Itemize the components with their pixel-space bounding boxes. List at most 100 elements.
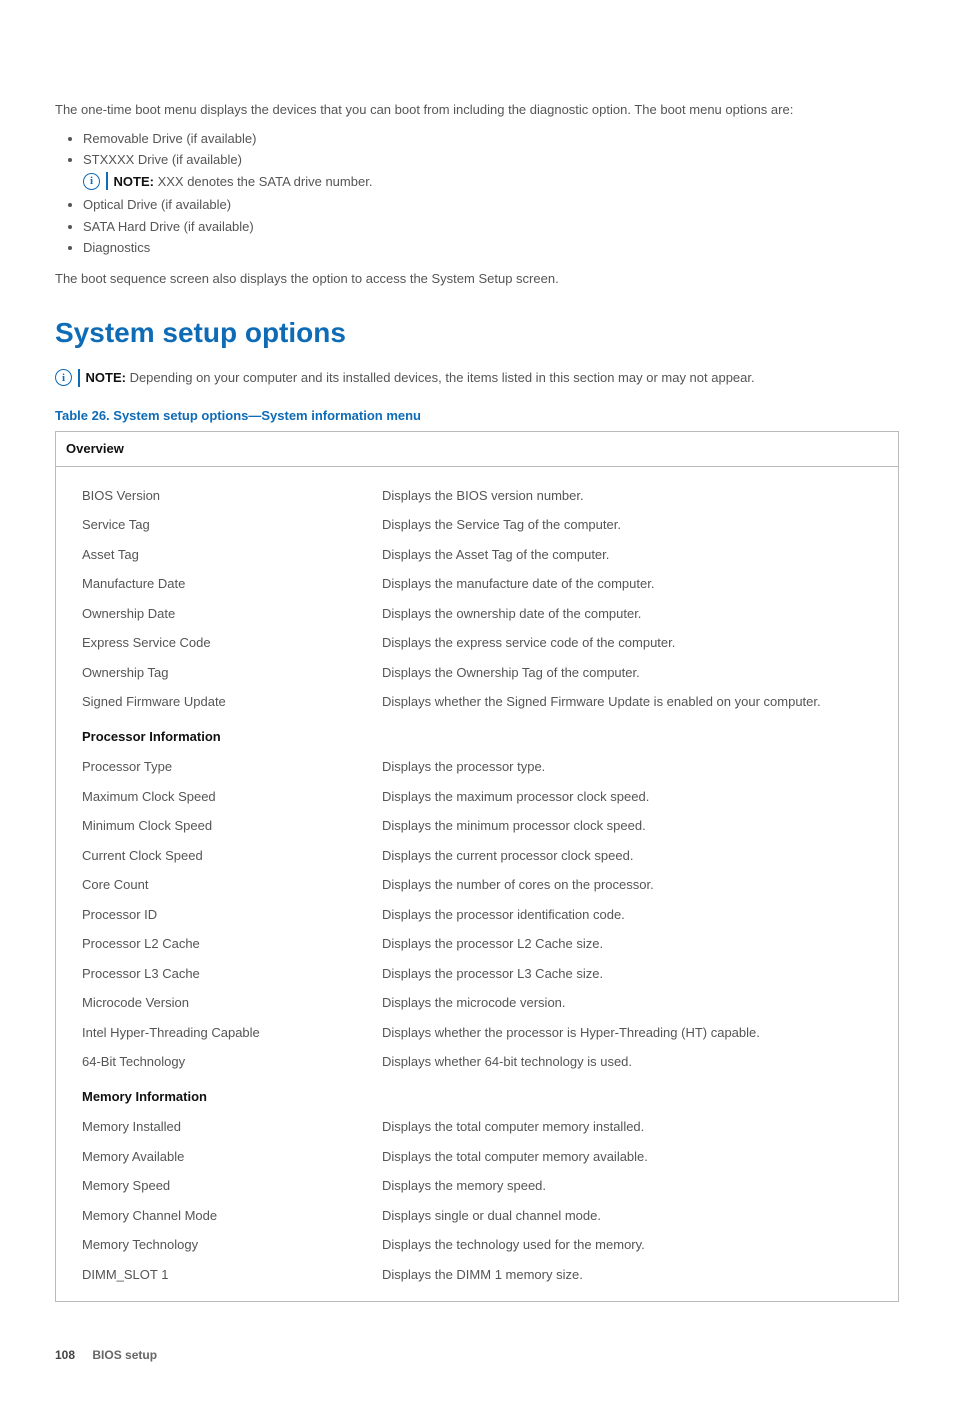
- list-item: Removable Drive (if available): [83, 128, 899, 150]
- note-label: NOTE:: [114, 174, 154, 189]
- boot-options-list: Removable Drive (if available) STXXXX Dr…: [55, 128, 899, 259]
- row-value: Displays single or dual channel mode.: [382, 1206, 888, 1226]
- row-value: Displays the microcode version.: [382, 993, 888, 1013]
- table-row: Memory Channel ModeDisplays single or du…: [82, 1201, 888, 1231]
- row-value: Displays the processor L3 Cache size.: [382, 964, 888, 984]
- table-row: Intel Hyper-Threading CapableDisplays wh…: [82, 1018, 888, 1048]
- section-heading: System setup options: [55, 312, 899, 354]
- info-icon: i: [55, 369, 72, 386]
- row-label: BIOS Version: [82, 486, 382, 506]
- note-body: XXX denotes the SATA drive number.: [154, 174, 372, 189]
- table-row: Current Clock SpeedDisplays the current …: [82, 841, 888, 871]
- row-value: Displays the express service code of the…: [382, 633, 888, 653]
- row-label: Memory Installed: [82, 1117, 382, 1137]
- row-label: Memory Technology: [82, 1235, 382, 1255]
- system-info-table: Overview BIOS VersionDisplays the BIOS v…: [55, 431, 899, 1302]
- table-row: Core CountDisplays the number of cores o…: [82, 870, 888, 900]
- row-value: Displays the total computer memory insta…: [382, 1117, 888, 1137]
- table-subheading: Memory Information: [82, 1077, 888, 1113]
- table-row: Memory InstalledDisplays the total compu…: [82, 1112, 888, 1142]
- table-row: Processor TypeDisplays the processor typ…: [82, 752, 888, 782]
- page-number: 108: [55, 1348, 75, 1362]
- row-label: Maximum Clock Speed: [82, 787, 382, 807]
- row-value: Displays the Asset Tag of the computer.: [382, 545, 888, 565]
- row-value: Displays the current processor clock spe…: [382, 846, 888, 866]
- row-label: Memory Speed: [82, 1176, 382, 1196]
- row-value: Displays the processor identification co…: [382, 905, 888, 925]
- list-item-label: STXXXX Drive (if available): [83, 152, 242, 167]
- note-text: NOTE: XXX denotes the SATA drive number.: [114, 172, 373, 192]
- row-value: Displays the technology used for the mem…: [382, 1235, 888, 1255]
- row-label: Microcode Version: [82, 993, 382, 1013]
- row-label: Intel Hyper-Threading Capable: [82, 1023, 382, 1043]
- table-row: Maximum Clock SpeedDisplays the maximum …: [82, 782, 888, 812]
- row-value: Displays whether the Signed Firmware Upd…: [382, 692, 888, 712]
- boot-sequence-paragraph: The boot sequence screen also displays t…: [55, 269, 899, 289]
- row-value: Displays the processor type.: [382, 757, 888, 777]
- row-value: Displays whether the processor is Hyper-…: [382, 1023, 888, 1043]
- list-item: Diagnostics: [83, 237, 899, 259]
- row-value: Displays the DIMM 1 memory size.: [382, 1265, 888, 1285]
- table-row: Signed Firmware UpdateDisplays whether t…: [82, 687, 888, 717]
- note-divider: [106, 172, 108, 190]
- table-row: Memory TechnologyDisplays the technology…: [82, 1230, 888, 1260]
- intro-paragraph: The one-time boot menu displays the devi…: [55, 100, 899, 120]
- note-callout: i NOTE: XXX denotes the SATA drive numbe…: [83, 170, 899, 194]
- table-row: Processor L3 CacheDisplays the processor…: [82, 959, 888, 989]
- table-subheading: Processor Information: [82, 717, 888, 753]
- table-row: BIOS VersionDisplays the BIOS version nu…: [82, 481, 888, 511]
- table-caption: Table 26. System setup options—System in…: [55, 406, 899, 426]
- row-label: Express Service Code: [82, 633, 382, 653]
- row-value: Displays the maximum processor clock spe…: [382, 787, 888, 807]
- row-label: Ownership Tag: [82, 663, 382, 683]
- table-row: Manufacture DateDisplays the manufacture…: [82, 569, 888, 599]
- row-label: Processor ID: [82, 905, 382, 925]
- info-icon: i: [83, 173, 100, 190]
- page-footer: 108 BIOS setup: [55, 1346, 899, 1364]
- row-label: DIMM_SLOT 1: [82, 1265, 382, 1285]
- table-row: Processor IDDisplays the processor ident…: [82, 900, 888, 930]
- note-text: NOTE: Depending on your computer and its…: [86, 368, 755, 388]
- note-callout: i NOTE: Depending on your computer and i…: [55, 368, 899, 388]
- row-value: Displays the BIOS version number.: [382, 486, 888, 506]
- row-value: Displays the memory speed.: [382, 1176, 888, 1196]
- row-label: Memory Available: [82, 1147, 382, 1167]
- row-label: Memory Channel Mode: [82, 1206, 382, 1226]
- row-label: Minimum Clock Speed: [82, 816, 382, 836]
- table-row: Processor L2 CacheDisplays the processor…: [82, 929, 888, 959]
- row-value: Displays the manufacture date of the com…: [382, 574, 888, 594]
- chapter-name: BIOS setup: [92, 1348, 157, 1362]
- list-item: SATA Hard Drive (if available): [83, 216, 899, 238]
- row-value: Displays the minimum processor clock spe…: [382, 816, 888, 836]
- row-value: Displays the Ownership Tag of the comput…: [382, 663, 888, 683]
- list-item: Optical Drive (if available): [83, 194, 899, 216]
- note-body: Depending on your computer and its insta…: [126, 370, 755, 385]
- row-value: Displays the ownership date of the compu…: [382, 604, 888, 624]
- table-row: DIMM_SLOT 1Displays the DIMM 1 memory si…: [82, 1260, 888, 1290]
- row-label: Asset Tag: [82, 545, 382, 565]
- row-value: Displays the number of cores on the proc…: [382, 875, 888, 895]
- row-value: Displays whether 64-bit technology is us…: [382, 1052, 888, 1072]
- table-row: 64-Bit TechnologyDisplays whether 64-bit…: [82, 1047, 888, 1077]
- row-value: Displays the Service Tag of the computer…: [382, 515, 888, 535]
- list-item: STXXXX Drive (if available) i NOTE: XXX …: [83, 149, 899, 194]
- table-row: Memory SpeedDisplays the memory speed.: [82, 1171, 888, 1201]
- note-label: NOTE:: [86, 370, 126, 385]
- note-divider: [78, 369, 80, 387]
- row-label: Service Tag: [82, 515, 382, 535]
- row-label: Core Count: [82, 875, 382, 895]
- row-label: Ownership Date: [82, 604, 382, 624]
- table-header: Overview: [56, 432, 898, 467]
- table-row: Minimum Clock SpeedDisplays the minimum …: [82, 811, 888, 841]
- table-row: Asset TagDisplays the Asset Tag of the c…: [82, 540, 888, 570]
- table-row: Service TagDisplays the Service Tag of t…: [82, 510, 888, 540]
- row-label: Manufacture Date: [82, 574, 382, 594]
- table-body: BIOS VersionDisplays the BIOS version nu…: [56, 467, 898, 1302]
- table-row: Express Service CodeDisplays the express…: [82, 628, 888, 658]
- row-label: Current Clock Speed: [82, 846, 382, 866]
- row-value: Displays the total computer memory avail…: [382, 1147, 888, 1167]
- row-label: Signed Firmware Update: [82, 692, 382, 712]
- table-row: Ownership TagDisplays the Ownership Tag …: [82, 658, 888, 688]
- row-label: Processor L2 Cache: [82, 934, 382, 954]
- table-row: Memory AvailableDisplays the total compu…: [82, 1142, 888, 1172]
